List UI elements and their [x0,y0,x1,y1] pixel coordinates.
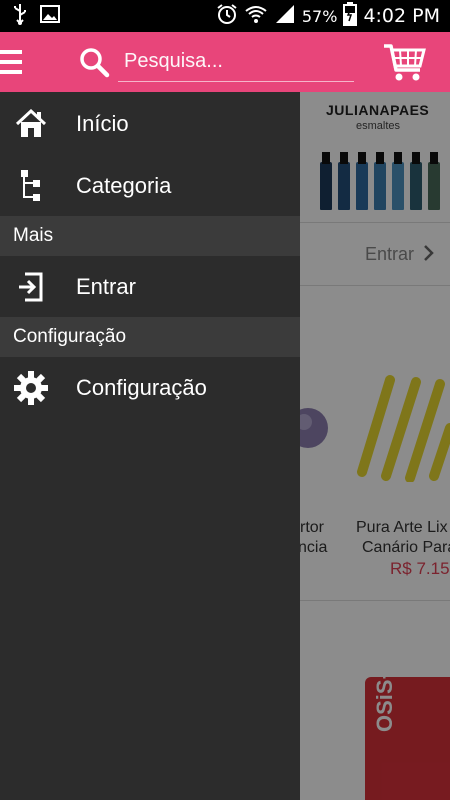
category-tree-icon [12,167,50,205]
hamburger-menu-icon[interactable] [0,50,22,74]
drawer-item-label: Início [76,111,129,136]
clock: 4:02 PM [363,5,440,27]
wifi-icon [244,4,268,29]
status-bar: 57% 4:02 PM [0,0,450,32]
drawer-item-entrar[interactable]: Entrar [0,256,300,318]
battery-icon [343,1,358,31]
drawer-item-label: Configuração [76,375,207,400]
cart-icon[interactable] [382,40,428,84]
battery-percent: 57% [301,6,338,26]
drawer-item-label: Categoria [76,173,172,198]
search-input[interactable] [118,42,354,82]
usb-icon [12,3,28,30]
app-bar [0,32,450,92]
login-icon [12,268,50,306]
gear-icon [12,369,50,407]
drawer-item-label: Entrar [76,274,136,299]
signal-icon [274,4,296,29]
drawer-item-configuracao[interactable]: Configuração [0,357,300,419]
drawer-item-categoria[interactable]: Categoria [0,155,300,217]
image-icon [40,4,60,28]
section-header-configuracao: Configuração [0,317,300,357]
search-icon[interactable] [78,46,110,78]
drawer-item-inicio[interactable]: Início [0,93,300,155]
alarm-icon [216,3,238,30]
section-header-mais: Mais [0,216,300,256]
home-icon [12,105,50,143]
navigation-drawer: Início Categoria Mais Entrar Configuraçã… [0,92,300,800]
